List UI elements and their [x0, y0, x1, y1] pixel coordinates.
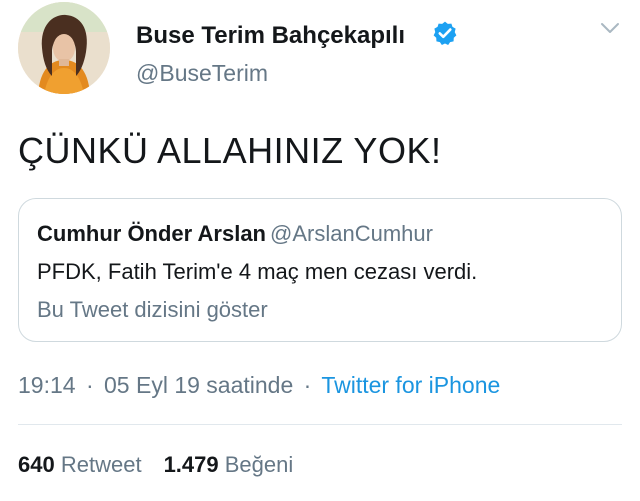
author-display-name[interactable]: Buse Terim Bahçekapılı	[136, 22, 405, 50]
likes-stat[interactable]: 1.479 Beğeni	[164, 452, 294, 477]
tweet-time[interactable]: 19:14	[18, 372, 76, 398]
tweet-stats: 640 Retweet 1.479 Beğeni	[18, 452, 293, 478]
tweet-header: Buse Terim Bahçekapılı @BuseTerim	[18, 2, 622, 102]
meta-separator: ·	[85, 372, 94, 398]
quoted-author-handle: @ArslanCumhur	[270, 221, 433, 246]
retweets-count: 640	[18, 452, 55, 477]
meta-separator-2: ·	[303, 372, 312, 398]
likes-label: Beğeni	[224, 452, 294, 477]
tweet-date[interactable]: 05 Eyl 19 saatinde	[104, 372, 293, 398]
author-handle[interactable]: @BuseTerim	[136, 60, 268, 87]
chevron-down-icon[interactable]	[598, 16, 622, 40]
divider	[18, 424, 622, 425]
quoted-tweet-card[interactable]: Cumhur Önder Arslan @ArslanCumhur PFDK, F…	[18, 198, 622, 342]
verified-badge-icon	[433, 21, 457, 46]
likes-count: 1.479	[163, 452, 219, 477]
retweets-label: Retweet	[60, 452, 142, 477]
quoted-author-name: Cumhur Önder Arslan	[37, 221, 266, 246]
show-thread-link[interactable]: Bu Tweet dizisini göster	[37, 297, 268, 323]
tweet-text: ÇÜNKÜ ALLAHINIZ YOK!	[18, 130, 442, 171]
tweet-card: Buse Terim Bahçekapılı @BuseTerim ÇÜNKÜ …	[0, 0, 640, 501]
retweets-stat[interactable]: 640 Retweet	[18, 452, 142, 477]
quoted-tweet-text: PFDK, Fatih Terim'e 4 maç men cezası ver…	[37, 259, 478, 284]
tweet-metadata: 19:14 · 05 Eyl 19 saatinde · Twitter for…	[18, 372, 500, 399]
profile-photo-icon	[18, 2, 110, 94]
avatar[interactable]	[18, 2, 110, 94]
quoted-author-line: Cumhur Önder Arslan @ArslanCumhur	[37, 221, 433, 247]
tweet-source-link[interactable]: Twitter for iPhone	[321, 372, 500, 398]
